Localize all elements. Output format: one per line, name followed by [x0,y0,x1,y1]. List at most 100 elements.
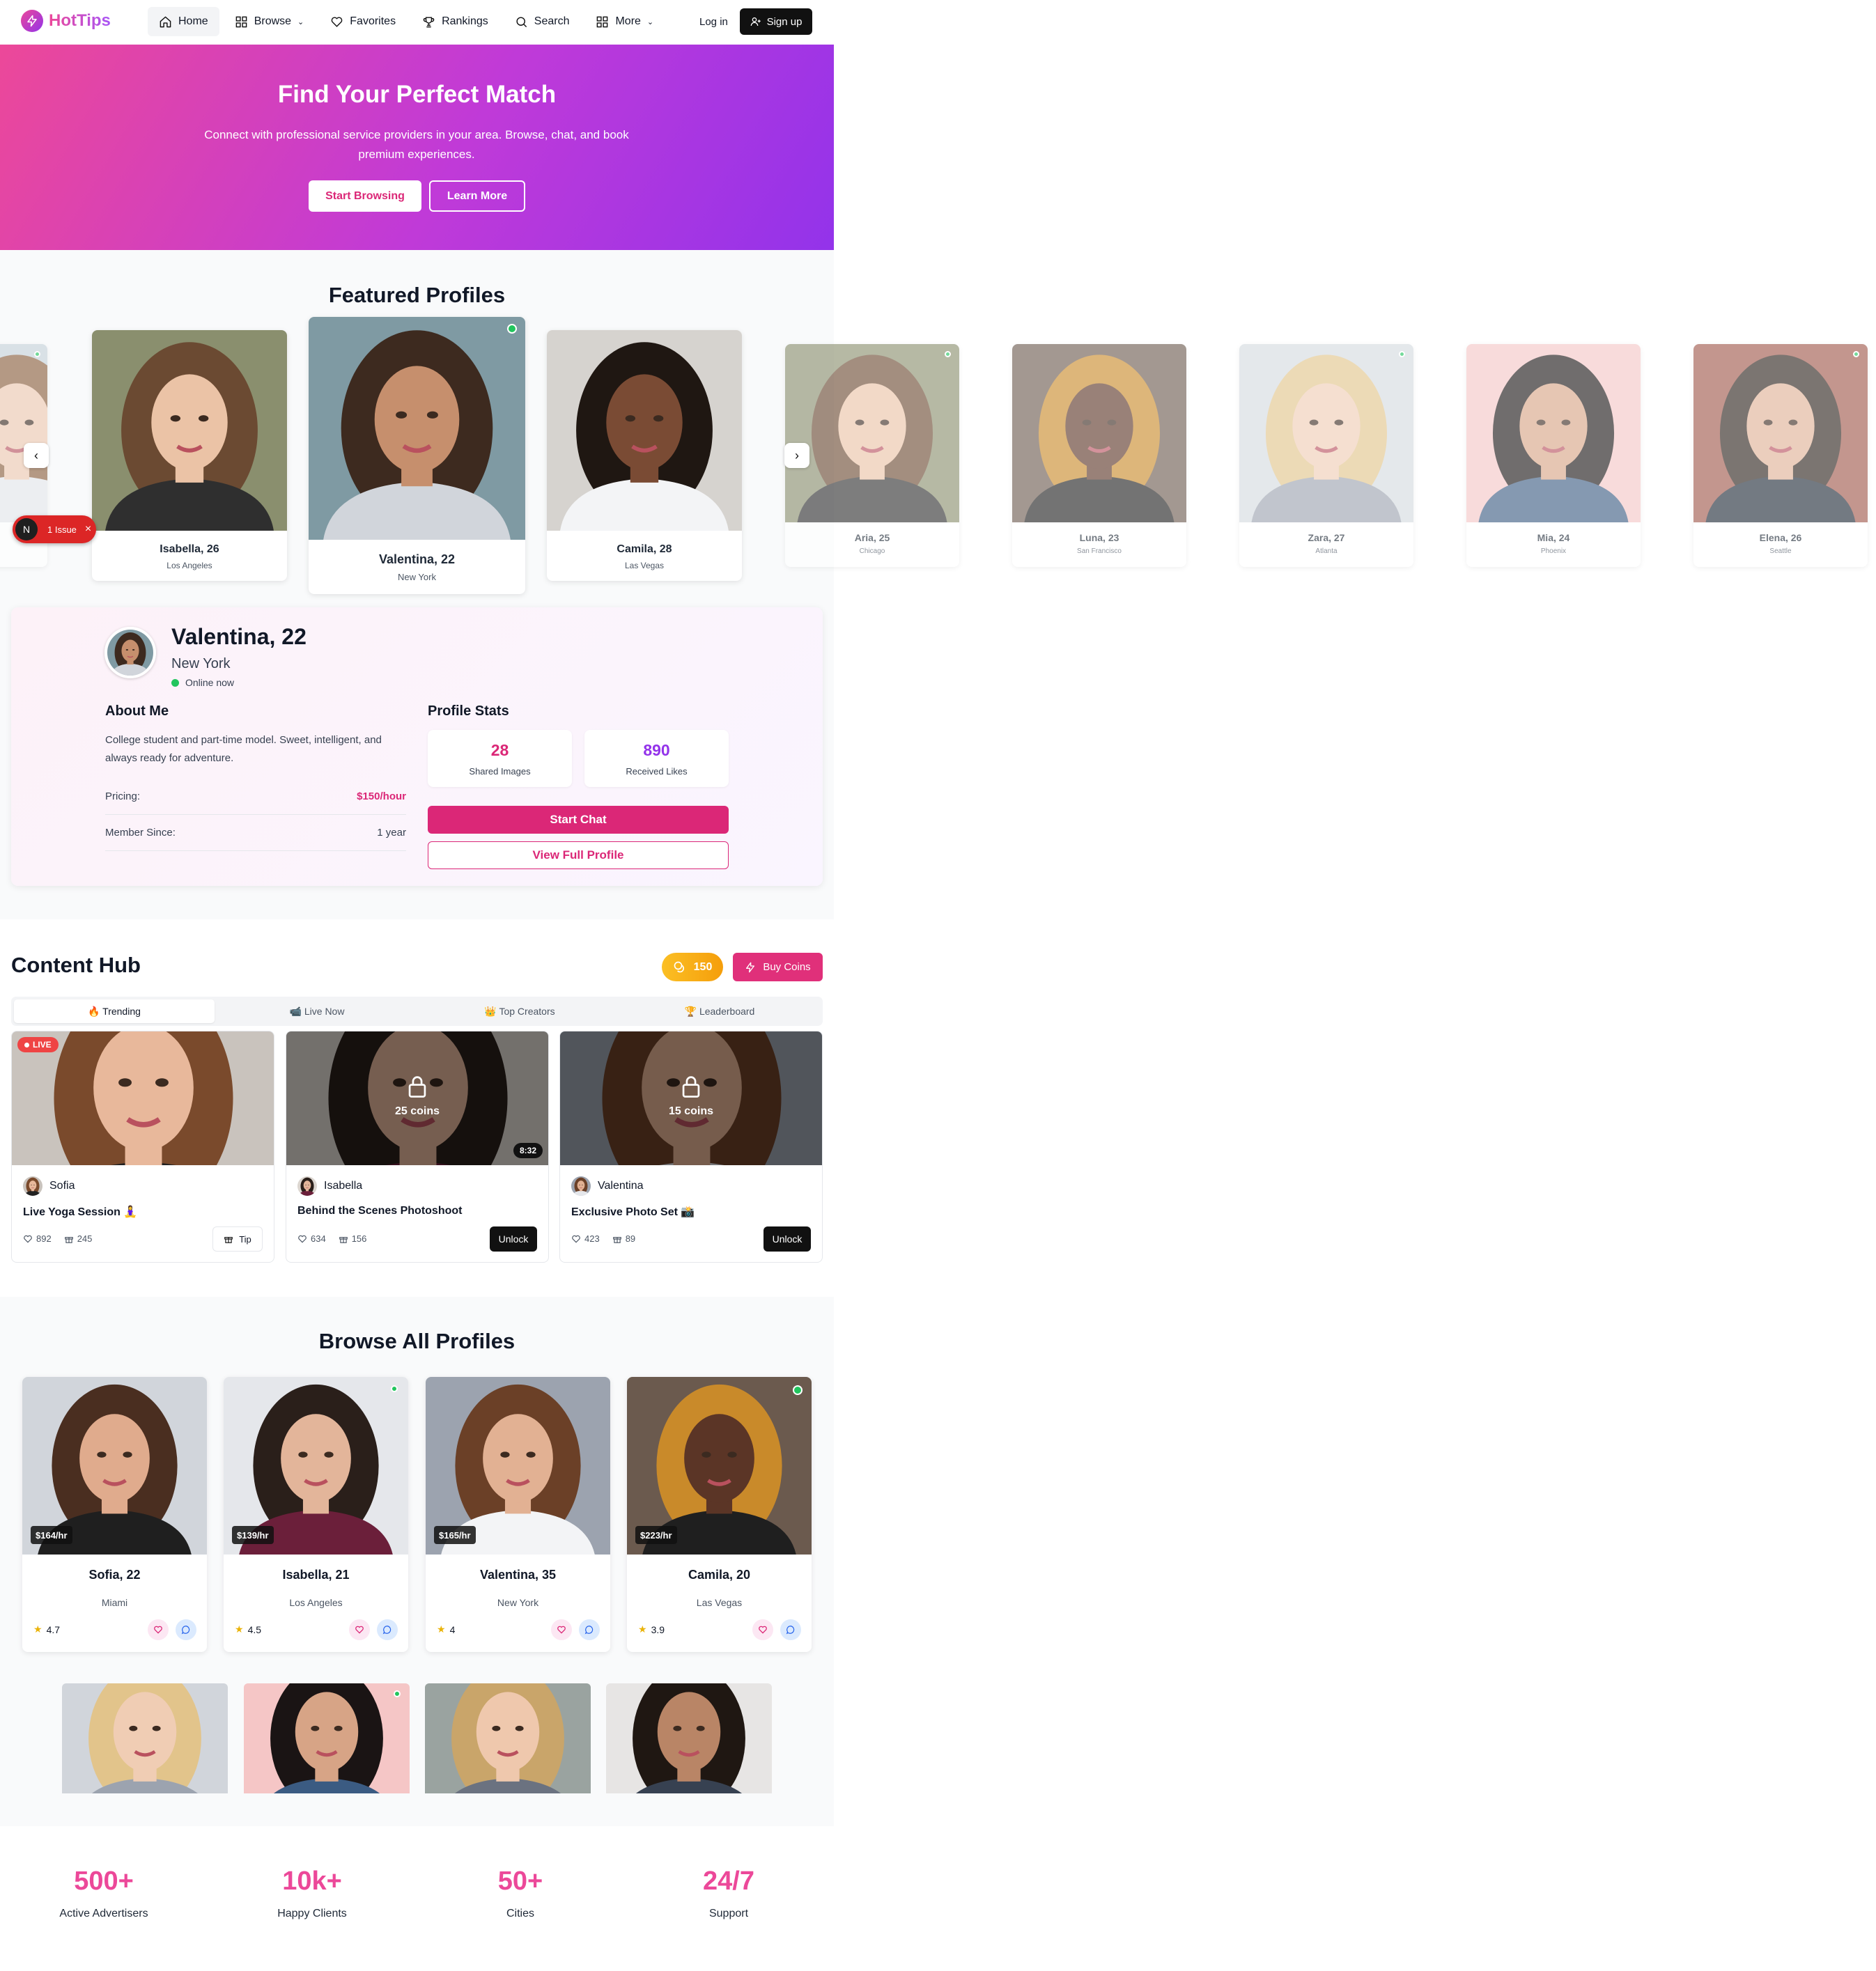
stat-shared-images: 28 Shared Images [428,730,572,787]
profile-photo [606,1683,772,1793]
tab-live-now[interactable]: 📹 Live Now [217,999,417,1023]
featured-name: Zara, 27 [1308,532,1345,543]
nav-search[interactable]: Search [504,7,581,36]
profile-card[interactable]: $223/hr Camila, 20 Las Vegas ★ 3.9 [627,1377,812,1652]
star-icon: ★ [235,1623,244,1635]
logo[interactable]: HotTips [21,10,111,32]
chat-button[interactable] [377,1619,398,1640]
like-count: 892 [36,1233,52,1244]
content-card[interactable]: 25 coins 8:32 Isabella Behind the Scenes… [286,1031,549,1263]
profile-card-partial[interactable] [425,1683,591,1793]
featured-card-active[interactable]: Valentina, 22 New York [309,317,525,594]
featured-card[interactable]: Elena, 26 Seattle [1693,344,1868,567]
profile-card[interactable]: $164/hr Sofia, 22 Miami ★ 4.7 [22,1377,207,1652]
buy-coins-button[interactable]: Buy Coins [733,953,823,981]
chat-button[interactable] [176,1619,196,1640]
signup-button[interactable]: Sign up [740,8,812,35]
search-icon [516,16,527,27]
tab-top-creators[interactable]: 👑 Top Creators [419,999,620,1023]
featured-name: Isabella, 26 [160,543,219,555]
nav-browse[interactable]: Browse ⌄ [224,7,316,36]
detail-city: New York [171,656,231,671]
tab-trending[interactable]: 🔥 Trending [14,999,215,1023]
featured-city: San Francisco [1077,547,1122,555]
featured-card[interactable]: Zara, 27 Atlanta [1239,344,1413,567]
featured-card[interactable]: Luna, 23 San Francisco [1012,344,1186,567]
profile-photo: $165/hr [426,1377,610,1555]
chat-button[interactable] [780,1619,801,1640]
heart-icon [298,1235,307,1242]
nav-more[interactable]: More ⌄ [584,7,665,36]
profile-photo [1012,344,1186,522]
tip-button[interactable]: Tip [212,1226,263,1252]
unlock-button[interactable]: Unlock [490,1226,537,1252]
star-icon: ★ [437,1623,446,1635]
chat-button[interactable] [579,1619,600,1640]
flash-icon [21,10,43,32]
featured-card[interactable]: Aria, 25 Chicago [785,344,959,567]
gift-icon [64,1236,73,1243]
content-stats: 423 89 [571,1233,635,1244]
profile-card-partial[interactable] [244,1683,410,1793]
like-button[interactable] [349,1619,370,1640]
profile-photo [0,344,47,522]
featured-card[interactable]: Camila, 28 Las Vegas [547,330,742,581]
content-card[interactable]: LIVE Sofia Live Yoga Session 🧘‍♀️ 892 24… [11,1031,274,1263]
featured-city: Chicago [859,547,885,555]
pricing-row: Pricing: $150/hour [105,779,406,815]
carousel-next-button[interactable]: › [784,443,809,468]
profile-city: Miami [101,1597,128,1608]
stat-value: 24/7 [703,1867,754,1896]
online-indicator [507,324,517,334]
close-icon[interactable]: × [85,523,91,536]
chat-icon [382,1626,392,1635]
content-title: Behind the Scenes Photoshoot [297,1205,463,1217]
featured-city: Los Angeles [166,561,212,570]
grid-icon [597,16,608,27]
stat-advertisers: 500+ Active Advertisers [27,1867,180,1920]
avatar [571,1176,591,1196]
gift-count: 156 [351,1233,367,1244]
issues-badge[interactable]: N 1 Issue × [13,515,96,543]
featured-card[interactable]: Mia, 24 Phoenix [1466,344,1641,567]
learn-more-button[interactable]: Learn More [429,180,525,212]
carousel-prev-button[interactable]: ‹ [24,443,49,468]
member-since-value: 1 year [377,827,406,839]
start-browsing-button[interactable]: Start Browsing [309,180,421,212]
profile-card[interactable]: $165/hr Valentina, 35 New York ★ 4 [426,1377,610,1652]
creator[interactable]: Isabella [297,1176,362,1196]
gift-icon [612,1236,621,1243]
nav-browse-label: Browse [254,15,292,27]
profile-photo [1466,344,1641,522]
rating-value: 4.5 [247,1623,262,1635]
profile-card[interactable]: $139/hr Isabella, 21 Los Angeles ★ 4.5 [224,1377,408,1652]
video-duration: 8:32 [513,1143,543,1158]
coin-count: 150 [693,960,713,973]
creator[interactable]: Valentina [571,1176,644,1196]
featured-name: Elena, 26 [1759,532,1802,543]
nav-rankings[interactable]: Rankings [411,7,499,36]
nav-home[interactable]: Home [148,7,219,36]
like-button[interactable] [752,1619,773,1640]
stat-value: 890 [643,741,670,759]
like-button[interactable] [551,1619,572,1640]
like-button[interactable] [148,1619,169,1640]
login-button[interactable]: Log in [691,8,736,35]
rating: ★ 4.5 [235,1623,261,1635]
unlock-button[interactable]: Unlock [763,1226,811,1252]
nav-favorites[interactable]: Favorites [319,7,407,36]
start-chat-button[interactable]: Start Chat [428,806,729,834]
about-heading: About Me [105,703,169,719]
content-card[interactable]: 15 coins Valentina Exclusive Photo Set 📸… [559,1031,823,1263]
featured-card[interactable]: Isabella, 26 Los Angeles [92,330,287,581]
profile-card-partial[interactable] [62,1683,228,1793]
coin-balance[interactable]: 150 [662,953,723,981]
tab-leaderboard[interactable]: 🏆 Leaderboard [619,999,820,1023]
content-stats: 892 245 [23,1233,92,1244]
creator[interactable]: Sofia [23,1176,75,1196]
browse-title: Browse All Profiles [318,1329,515,1353]
rating-value: 3.9 [651,1623,665,1635]
view-full-profile-button[interactable]: View Full Profile [428,841,729,869]
like-count: 423 [584,1233,600,1244]
profile-card-partial[interactable] [606,1683,772,1793]
